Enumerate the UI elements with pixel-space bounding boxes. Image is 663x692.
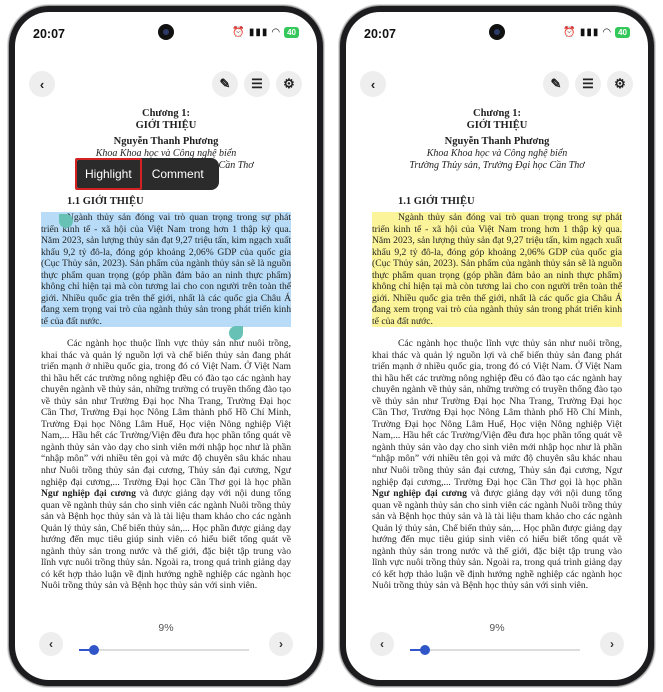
page-navigation: 9% ‹ › [346, 618, 648, 674]
pencil-icon: ✎ [550, 76, 562, 91]
list-icon: ☰ [251, 76, 263, 91]
phone-left: 20:07 ⏰ ▮▮▮ ◠ 40 ‹ ✎ ☰ ⚙ Chương 1: GIỚI … [9, 6, 323, 686]
pencil-icon: ✎ [219, 76, 231, 91]
status-bar: 20:07 ⏰ ▮▮▮ ◠ 40 [346, 12, 648, 46]
battery-icon: 40 [284, 27, 299, 38]
status-icons: ⏰ ▮▮▮ ◠ 40 [232, 27, 299, 38]
comment-menu-item[interactable]: Comment [142, 158, 214, 190]
edit-button[interactable]: ✎ [543, 71, 569, 97]
selection-end-handle[interactable] [229, 326, 243, 340]
progress-slider[interactable] [79, 645, 249, 655]
front-camera [158, 24, 174, 40]
status-time: 20:07 [33, 27, 65, 41]
alarm-icon: ⏰ [563, 27, 577, 38]
list-icon: ☰ [582, 76, 594, 91]
back-button[interactable]: ‹ [360, 71, 386, 97]
course-name: Ngư nghiệp đại cương [41, 488, 136, 500]
progress-slider-thumb[interactable] [89, 645, 100, 655]
paragraph-text: Các ngành học thuộc lĩnh vực thủy sản nh… [41, 338, 291, 488]
status-bar: 20:07 ⏰ ▮▮▮ ◠ 40 [15, 12, 317, 46]
status-time: 20:07 [364, 27, 396, 41]
chevron-left-icon: ‹ [380, 637, 384, 651]
reader-toolbar: ‹ ✎ ☰ ⚙ [346, 68, 648, 100]
contents-button[interactable]: ☰ [575, 71, 601, 97]
chevron-right-icon: › [610, 637, 614, 651]
chevron-left-icon: ‹ [370, 76, 376, 92]
edit-button[interactable]: ✎ [212, 71, 238, 97]
course-name: Ngư nghiệp đại cương [372, 488, 467, 500]
chapter-title: GIỚI THIỆU [135, 120, 197, 131]
selection-start-handle[interactable] [59, 214, 73, 228]
chevron-left-icon: ‹ [49, 637, 53, 651]
front-camera [489, 24, 505, 40]
paragraph-text: và được giảng dạy với nội dung tổng quan… [372, 488, 622, 592]
settings-button[interactable]: ⚙ [607, 71, 633, 97]
progress-slider[interactable] [410, 645, 580, 655]
highlighted-paragraph[interactable]: Ngành thủy sản đóng vai trò quan trọng t… [372, 212, 622, 328]
back-button[interactable]: ‹ [29, 71, 55, 97]
status-icons: ⏰ ▮▮▮ ◠ 40 [563, 27, 630, 38]
screen-left: 20:07 ⏰ ▮▮▮ ◠ 40 ‹ ✎ ☰ ⚙ Chương 1: GIỚI … [15, 12, 317, 680]
next-page-button[interactable]: › [600, 632, 624, 656]
progress-slider-thumb[interactable] [420, 645, 431, 655]
chevron-right-icon: › [279, 637, 283, 651]
selected-paragraph[interactable]: Ngành thủy sản đóng vai trò quan trọng t… [41, 212, 291, 328]
wifi-icon: ◠ [271, 27, 282, 38]
section-heading: 1.1 GIỚI THIỆU [67, 196, 144, 207]
previous-page-button[interactable]: ‹ [370, 632, 394, 656]
contents-button[interactable]: ☰ [244, 71, 270, 97]
author-name: Nguyễn Thanh Phương [444, 136, 550, 147]
signal-icon: ▮▮▮ [248, 27, 269, 38]
wifi-icon: ◠ [602, 27, 613, 38]
previous-page-button[interactable]: ‹ [39, 632, 63, 656]
progress-label: 9% [158, 622, 174, 634]
screen-right: 20:07 ⏰ ▮▮▮ ◠ 40 ‹ ✎ ☰ ⚙ Chương 1: GIỚI … [346, 12, 648, 680]
progress-label: 9% [489, 622, 505, 634]
highlight-menu-item[interactable]: Highlight [75, 158, 142, 190]
chevron-left-icon: ‹ [39, 76, 45, 92]
section-heading: 1.1 GIỚI THIỆU [398, 196, 475, 207]
page-navigation: 9% ‹ › [15, 618, 317, 674]
body-paragraph[interactable]: Các ngành học thuộc lĩnh vực thủy sản nh… [372, 338, 622, 592]
body-paragraph[interactable]: Các ngành học thuộc lĩnh vực thủy sản nh… [41, 338, 291, 592]
chapter-number: Chương 1: [142, 108, 190, 119]
reader-toolbar: ‹ ✎ ☰ ⚙ [15, 68, 317, 100]
chapter-number: Chương 1: [473, 108, 521, 119]
selection-context-menu: Highlight Comment [75, 158, 219, 190]
gear-icon: ⚙ [614, 76, 626, 91]
battery-icon: 40 [615, 27, 630, 38]
gear-icon: ⚙ [283, 76, 295, 91]
signal-icon: ▮▮▮ [579, 27, 600, 38]
next-page-button[interactable]: › [269, 632, 293, 656]
chapter-title: GIỚI THIỆU [466, 120, 528, 131]
phone-right: 20:07 ⏰ ▮▮▮ ◠ 40 ‹ ✎ ☰ ⚙ Chương 1: GIỚI … [340, 6, 654, 686]
paragraph-text: và được giảng dạy với nội dung tổng quan… [41, 488, 291, 592]
paragraph-text: Các ngành học thuộc lĩnh vực thủy sản nh… [372, 338, 622, 488]
author-name: Nguyễn Thanh Phương [113, 136, 219, 147]
document-page: Chương 1: GIỚI THIỆU Nguyễn Thanh Phương… [346, 108, 648, 591]
settings-button[interactable]: ⚙ [276, 71, 302, 97]
affiliation-university: Trường Thủy sản, Trường Đại học Cần Thơ [409, 160, 585, 171]
alarm-icon: ⏰ [232, 27, 246, 38]
affiliation-faculty: Khoa Khoa học và Công nghệ biển [426, 148, 568, 159]
